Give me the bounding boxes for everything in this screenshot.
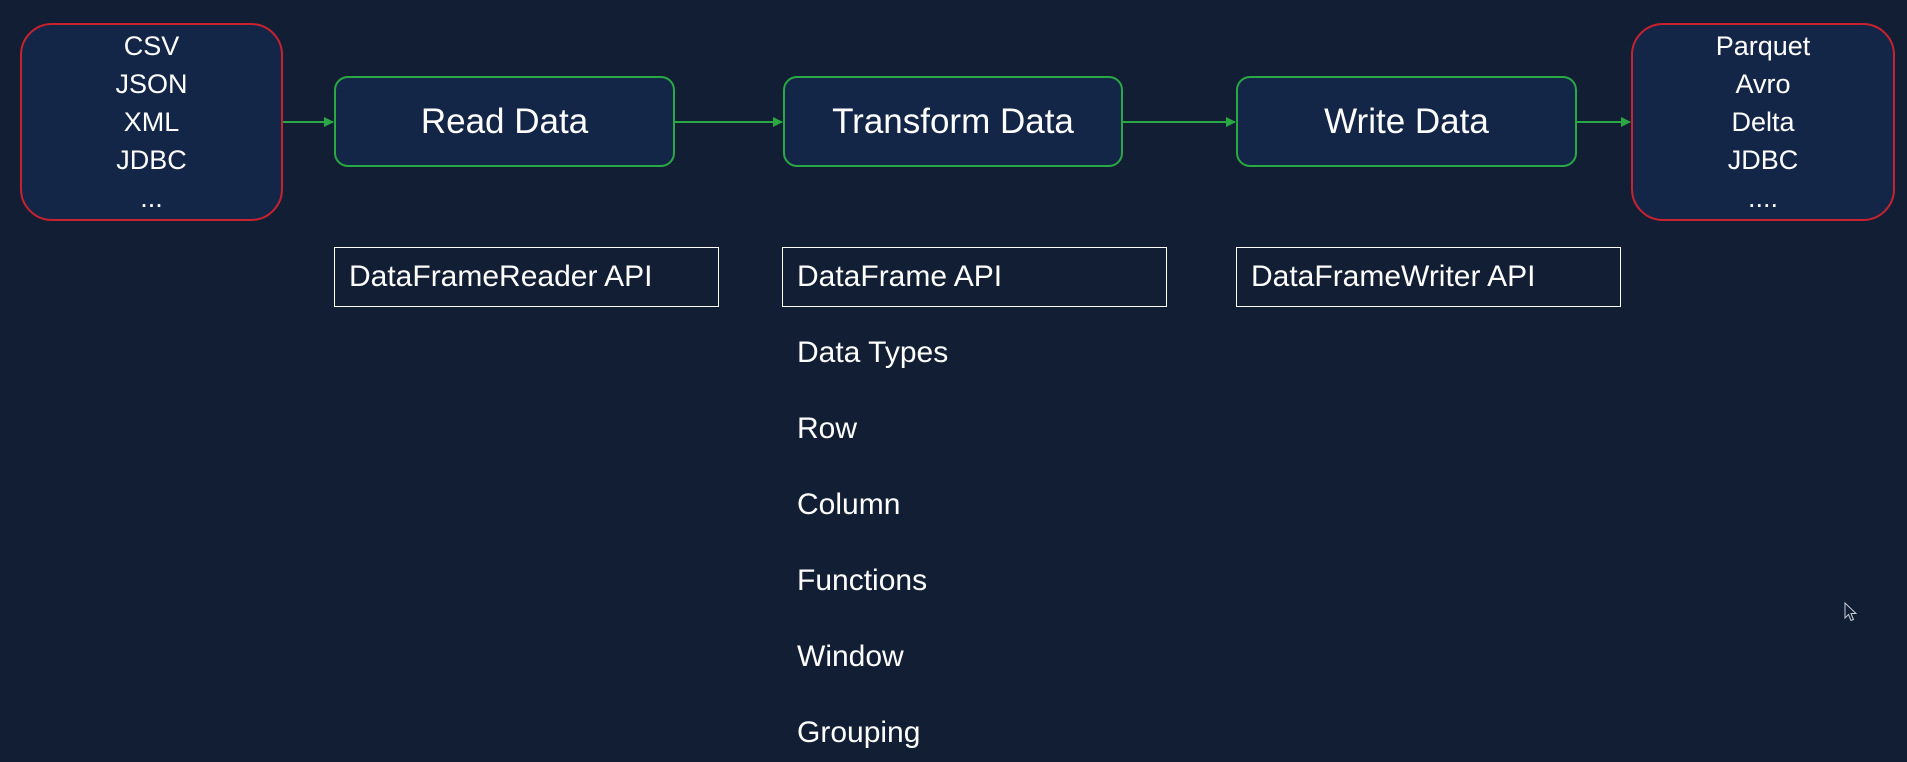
source-format: JSON xyxy=(115,69,188,99)
source-format: ... xyxy=(140,183,163,213)
data-sinks-box: Parquet Avro Delta JDBC .... xyxy=(1631,23,1895,221)
source-format: JDBC xyxy=(116,145,187,175)
data-sources-box: CSV JSON XML JDBC ... xyxy=(20,23,283,221)
dataframe-reader-api-box: DataFrameReader API xyxy=(334,247,719,307)
source-format: XML xyxy=(123,107,180,137)
write-data-step: Write Data xyxy=(1236,76,1577,167)
topic-item: Column xyxy=(797,488,901,521)
source-format: CSV xyxy=(123,31,180,61)
dataframe-api-label: DataFrame API xyxy=(797,260,1003,293)
mouse-cursor-icon xyxy=(1844,602,1858,622)
dataframe-api-box: DataFrame API xyxy=(782,247,1167,307)
topic-item: Row xyxy=(797,412,858,445)
read-data-step: Read Data xyxy=(334,76,675,167)
sink-format: Delta xyxy=(1731,107,1795,137)
transform-data-label: Transform Data xyxy=(832,101,1074,141)
dataframe-writer-api-box: DataFrameWriter API xyxy=(1236,247,1621,307)
sink-format: JDBC xyxy=(1727,145,1799,175)
pipeline-diagram: CSV JSON XML JDBC ... Read Data Transfor… xyxy=(0,0,1907,762)
sink-format: .... xyxy=(1747,183,1778,213)
read-data-label: Read Data xyxy=(420,101,589,141)
dataframe-writer-api-label: DataFrameWriter API xyxy=(1251,260,1536,293)
topic-item: Functions xyxy=(797,564,928,597)
sink-format: Avro xyxy=(1735,69,1791,99)
transform-topics-list: Data Types Row Column Functions Window G… xyxy=(797,322,948,762)
topic-item: Grouping xyxy=(797,716,921,749)
dataframe-reader-api-label: DataFrameReader API xyxy=(349,260,653,293)
transform-data-step: Transform Data xyxy=(783,76,1123,167)
topic-item: Window xyxy=(797,640,904,673)
sink-format: Parquet xyxy=(1715,31,1811,61)
write-data-label: Write Data xyxy=(1324,101,1489,141)
topic-item: Data Types xyxy=(797,336,949,369)
